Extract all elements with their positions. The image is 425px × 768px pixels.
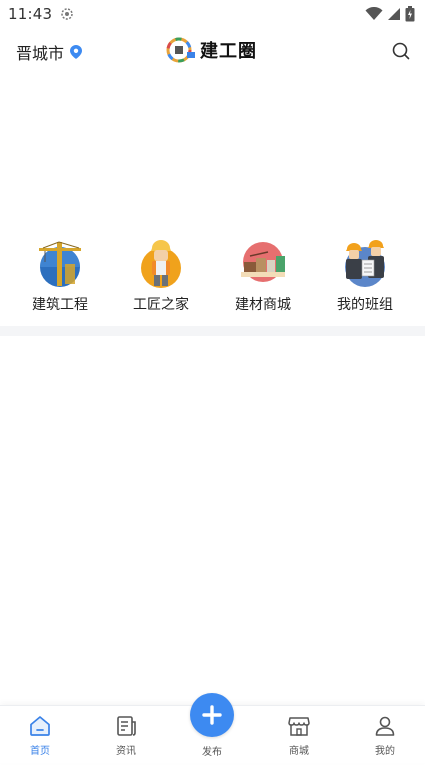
worker-icon — [141, 240, 181, 288]
shop-icon — [288, 717, 310, 736]
team-icon — [345, 240, 385, 287]
category-row: 建筑工程 工匠之家 建材商城 我的班组 — [0, 238, 425, 318]
news-icon — [117, 716, 136, 736]
user-icon — [375, 716, 395, 736]
app-header: 晋城市 建工圈 — [0, 32, 425, 70]
category-my-team[interactable]: 我的班组 — [314, 238, 416, 314]
nav-item-news[interactable]: 资讯 — [96, 714, 156, 757]
nav-item-home[interactable]: 首页 — [10, 714, 70, 757]
category-construction[interactable]: 建筑工程 — [9, 238, 111, 314]
nav-label: 商城 — [289, 746, 309, 757]
app-notification-icon — [61, 8, 73, 20]
home-icon — [30, 716, 50, 736]
wifi-icon — [365, 7, 383, 20]
publish-button[interactable] — [190, 693, 234, 737]
section-divider — [0, 326, 425, 336]
battery-icon — [405, 6, 415, 22]
location-pin-icon — [70, 45, 83, 59]
nav-item-me[interactable]: 我的 — [355, 714, 415, 757]
category-label: 我的班组 — [337, 297, 393, 313]
materials-store-icon — [241, 242, 285, 282]
logo-text: 建工圈 — [200, 41, 257, 62]
city-label: 晋城市 — [16, 44, 65, 63]
category-label: 建筑工程 — [32, 297, 88, 313]
signal-icon — [388, 8, 400, 20]
category-craftsman[interactable]: 工匠之家 — [110, 238, 212, 314]
construction-crane-icon — [39, 241, 81, 287]
city-selector[interactable]: 晋城市 — [16, 40, 83, 64]
category-label: 工匠之家 — [133, 297, 189, 313]
nav-label: 资讯 — [116, 746, 136, 757]
nav-label: 首页 — [30, 746, 50, 757]
status-time: 11:43 — [8, 5, 53, 23]
app-logo: 建工圈 — [166, 37, 257, 63]
nav-item-shop[interactable]: 商城 — [269, 714, 329, 757]
status-bar: 11:43 — [0, 0, 425, 28]
search-icon[interactable] — [391, 41, 411, 61]
status-icons — [365, 6, 415, 22]
category-label: 建材商城 — [235, 297, 291, 313]
category-materials[interactable]: 建材商城 — [212, 238, 314, 314]
publish-label: 发布 — [202, 747, 222, 758]
plus-icon — [202, 705, 222, 725]
logo-emblem-icon — [166, 37, 195, 63]
nav-label: 我的 — [375, 746, 395, 757]
